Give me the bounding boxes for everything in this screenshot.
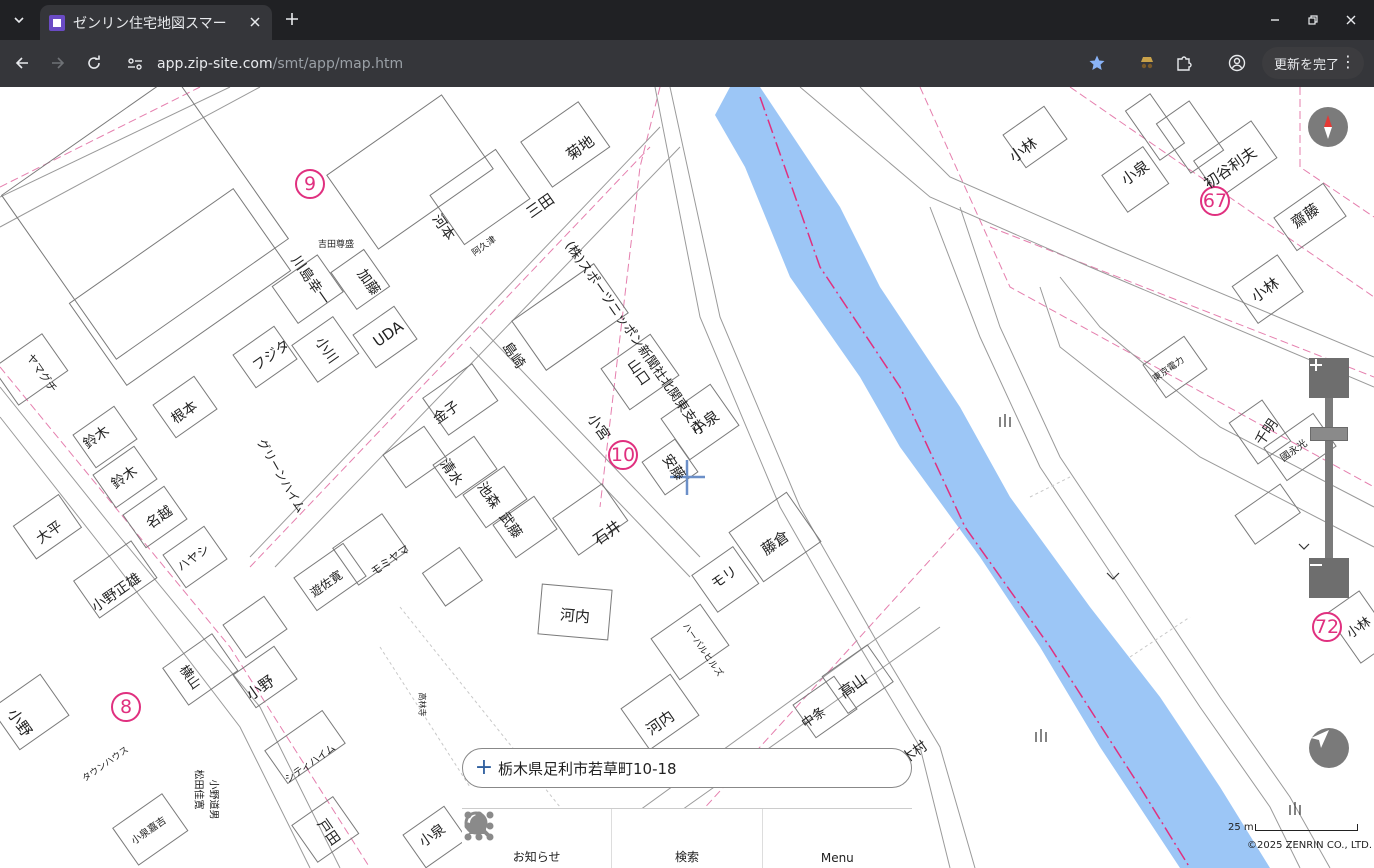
map-label: 高林寺	[417, 692, 427, 717]
plus-icon	[286, 13, 298, 25]
zoom-slider-handle[interactable]	[1310, 427, 1348, 441]
minus-icon	[1310, 564, 1322, 566]
bookmark-button[interactable]	[1085, 51, 1109, 75]
restore-button[interactable]	[1301, 8, 1325, 32]
browser-toolbar: app.zip-site.com/smt/app/map.htm 更新を完了 ⋮	[0, 40, 1374, 87]
grid-icon	[464, 811, 494, 841]
notice-label: お知らせ	[512, 850, 561, 864]
arrow-left-icon	[15, 57, 28, 69]
map-label: 松田佳寛	[192, 769, 204, 810]
current-location-button[interactable]	[1309, 728, 1349, 768]
tab-active[interactable]: ゼンリン住宅地図スマー	[40, 5, 272, 40]
close-icon	[1346, 15, 1356, 25]
compass-icon	[1324, 115, 1332, 139]
crosshair-plus-icon: +	[474, 755, 494, 780]
map-scale: 25 m	[1228, 820, 1358, 834]
menu-label: Menu	[820, 851, 854, 865]
zoom-in-button[interactable]	[1309, 358, 1349, 398]
plus-icon	[1310, 359, 1322, 371]
zoom-out-button[interactable]	[1309, 558, 1349, 598]
url-host: app.zip-site.com	[157, 55, 273, 72]
copyright-text: ©2025 ZENRIN CO., LTD.	[1247, 840, 1372, 851]
map-canvas[interactable]: 9 10 67 8 72 小林 小泉 初谷利夫 齋藤 小林 東京電力 千明 國永…	[0, 87, 1374, 868]
map-label: 吉田尊盛	[318, 240, 355, 250]
more-vert-icon: ⋮	[1340, 52, 1356, 71]
incognito-extension-button[interactable]	[1135, 51, 1159, 75]
scale-bar	[1255, 824, 1358, 831]
block-marker: 72	[1312, 612, 1342, 642]
search-label: 検索	[674, 850, 699, 864]
search-button[interactable]: 検索	[464, 809, 763, 868]
minimize-icon	[1271, 19, 1279, 21]
block-marker: 9	[295, 169, 325, 199]
navigation-arrow-icon	[1311, 730, 1329, 748]
tab-close-button[interactable]	[246, 13, 264, 31]
menu-button[interactable]: Menu	[464, 809, 912, 868]
close-icon	[250, 17, 260, 27]
arrow-right-icon	[52, 57, 65, 69]
tab-title: ゼンリン住宅地図スマー	[73, 15, 227, 32]
scale-label: 25 m	[1228, 822, 1254, 833]
restore-icon	[1308, 15, 1318, 25]
block-marker: 8	[111, 692, 141, 722]
update-button[interactable]: 更新を完了 ⋮	[1262, 47, 1364, 79]
update-label: 更新を完了	[1274, 57, 1340, 73]
minimize-button[interactable]	[1263, 8, 1287, 32]
chevron-down-icon	[14, 17, 24, 24]
bottom-navigation: お知らせ 検索 Menu	[462, 808, 912, 868]
site-favicon-icon	[49, 14, 65, 31]
star-icon	[1089, 55, 1105, 70]
url-path: /smt/app/map.htm	[272, 55, 404, 72]
tab-strip: ゼンリン住宅地図スマー	[0, 0, 1374, 40]
spy-icon	[1141, 57, 1153, 69]
reload-button[interactable]	[82, 51, 106, 75]
tab-search-button[interactable]	[6, 7, 32, 33]
site-settings-icon[interactable]	[126, 55, 144, 73]
address-display-bar[interactable]: + 栃木県足利市若草町10-18	[462, 748, 912, 788]
zoom-slider-track[interactable]	[1325, 398, 1333, 558]
window-close-button[interactable]	[1339, 8, 1363, 32]
extensions-button[interactable]	[1172, 51, 1196, 75]
compass-button[interactable]	[1308, 107, 1348, 147]
new-tab-button[interactable]	[281, 8, 303, 30]
reload-icon	[88, 55, 100, 69]
current-address: 栃木県足利市若草町10-18	[498, 759, 677, 778]
url-text: app.zip-site.com/smt/app/map.htm	[157, 56, 403, 72]
profile-icon	[1228, 54, 1246, 72]
puzzle-icon	[1177, 56, 1192, 71]
map-label: 小野道男	[207, 779, 219, 820]
map-label: 河内	[559, 605, 591, 627]
back-button[interactable]	[10, 51, 34, 75]
block-marker: 10	[608, 440, 638, 470]
address-bar[interactable]: app.zip-site.com/smt/app/map.htm	[118, 45, 1118, 82]
forward-button[interactable]	[46, 51, 70, 75]
profile-button[interactable]	[1225, 51, 1249, 75]
